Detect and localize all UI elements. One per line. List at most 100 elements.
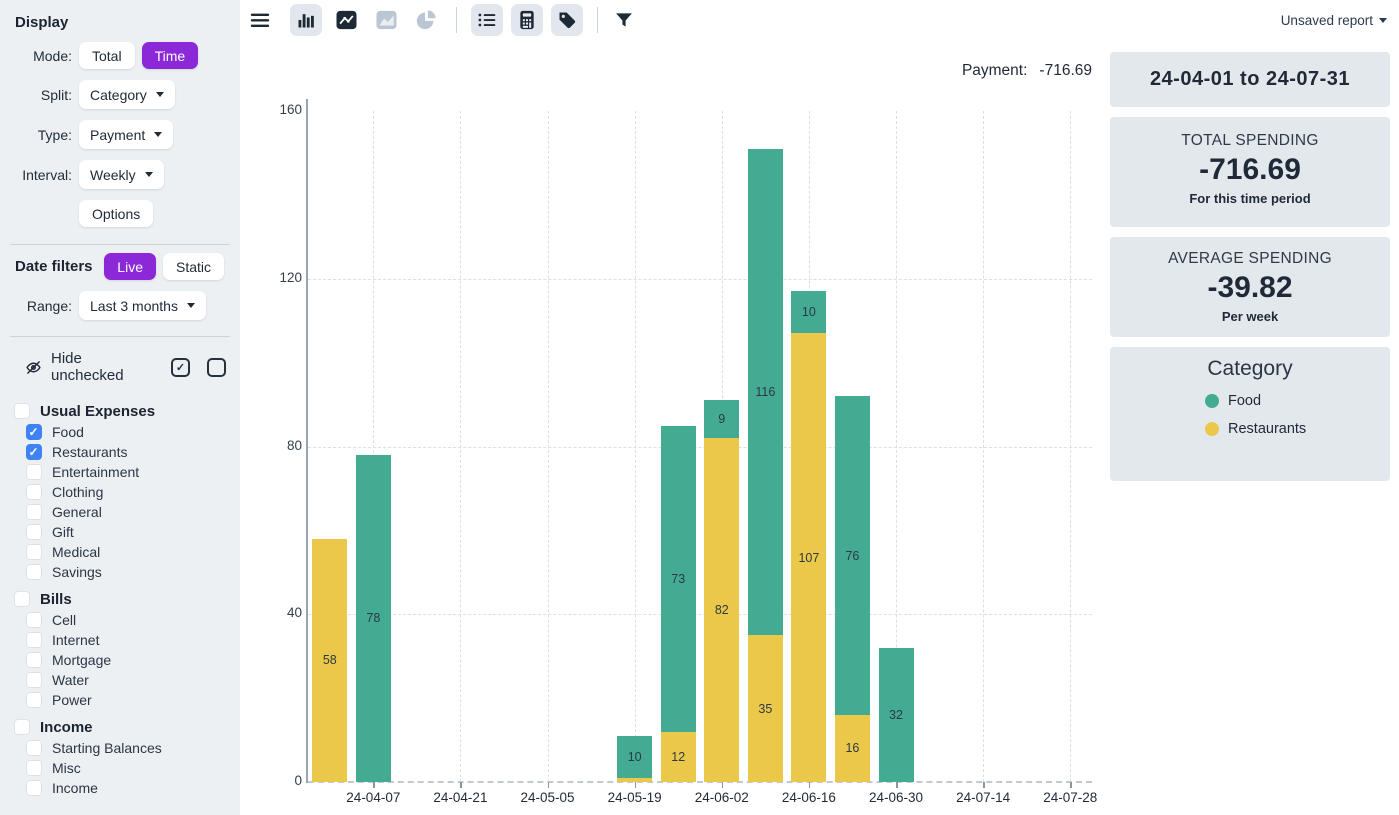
chart-bar-24-06-16[interactable]: 10107 [791,291,826,782]
checkbox-general[interactable] [26,504,42,520]
bar-segment-restaurants[interactable]: 35 [748,635,783,782]
menu-button[interactable] [246,4,274,36]
checkbox-medical[interactable] [26,544,42,560]
split-dropdown[interactable]: Category [79,80,175,109]
chart-bar-24-06-02[interactable]: 982 [704,400,739,782]
checkbox-bills[interactable] [14,591,30,607]
chart-bar-24-06-09[interactable]: 11635 [748,149,783,782]
category-item-label: General [52,504,102,520]
checkbox-starting-balances[interactable] [26,740,42,756]
checkbox-income[interactable] [14,719,30,735]
checkbox-water[interactable] [26,672,42,688]
options-button[interactable]: Options [79,200,153,227]
category-item-row-water[interactable]: Water [0,670,240,690]
bar-chart-button[interactable] [290,4,322,36]
checkbox-clothing[interactable] [26,484,42,500]
checkbox-savings[interactable] [26,564,42,580]
category-item-row-clothing[interactable]: Clothing [0,482,240,502]
category-item-row-income[interactable]: Income [0,778,240,798]
checkbox-income[interactable] [26,780,42,796]
category-item-row-general[interactable]: General [0,502,240,522]
interval-label: Interval: [0,167,72,183]
mode-total-button[interactable]: Total [79,42,135,69]
x-axis-tick [896,782,898,788]
chart-total-header: Payment:-716.69 [962,62,1092,80]
category-item-row-entertainment[interactable]: Entertainment [0,462,240,482]
line-chart-button[interactable] [330,4,362,36]
checkbox-cell[interactable] [26,612,42,628]
check-all-button[interactable]: ✓ [171,358,190,377]
chart-bar-24-05-26[interactable]: 73 12 [661,426,696,782]
bar-segment-food[interactable]: 10 [791,291,826,333]
legend-label: Food [1228,393,1261,409]
bar-segment-food[interactable]: 116 [748,149,783,635]
category-item-row-gift[interactable]: Gift [0,522,240,542]
checkbox-restaurants[interactable] [26,444,42,460]
chart-bar-24-03-31[interactable]: 58 [312,539,347,782]
checkbox-power[interactable] [26,692,42,708]
bar-segment-food[interactable]: 10 [617,736,652,778]
bar-segment-food[interactable]: 32 [879,648,914,782]
uncheck-all-button[interactable] [207,358,226,377]
category-item-row-internet[interactable]: Internet [0,630,240,650]
category-group-row-bills[interactable]: Bills [0,588,240,610]
interval-dropdown[interactable]: Weekly [79,160,164,189]
chart-bar-24-04-07[interactable]: 78 [356,455,391,782]
category-item-row-restaurants[interactable]: Restaurants [0,442,240,462]
filter-icon [614,10,634,30]
category-item-row-starting-balances[interactable]: Starting Balances [0,738,240,758]
category-item-row-medical[interactable]: Medical [0,542,240,562]
bar-segment-restaurants[interactable]: 82 [704,438,739,782]
chart-bar-24-06-30[interactable]: 32 [879,648,914,782]
bar-segment-food[interactable]: 76 [835,396,870,715]
bar-segment-restaurants[interactable]: 16 [835,715,870,782]
bar-segment-food[interactable]: 78 [356,455,391,782]
hide-unchecked-row[interactable]: Hide unchecked ✓ [25,350,226,384]
chart-plot: 24-04-0724-04-2124-05-0524-05-1924-06-02… [308,111,1092,782]
category-item-row-misc[interactable]: Misc [0,758,240,778]
x-axis-tick-label: 24-06-02 [677,790,767,805]
date-static-button[interactable]: Static [163,253,224,280]
bar-segment-restaurants[interactable]: 58 [312,539,347,782]
type-row: Type: Payment [0,120,240,149]
report-selector[interactable]: Unsaved report [1281,13,1387,28]
category-group-row-usual-expenses[interactable]: Usual Expenses [0,400,240,422]
legend-label: Restaurants [1228,421,1306,437]
category-item-row-savings[interactable]: Savings [0,562,240,582]
category-item-row-power[interactable]: Power [0,690,240,710]
filter-button[interactable] [610,4,638,36]
range-dropdown[interactable]: Last 3 months [79,291,206,320]
category-group-row-income[interactable]: Income [0,716,240,738]
list-button[interactable] [471,4,503,36]
bar-segment-restaurants[interactable]: 107 [791,333,826,782]
bar-segment-restaurants[interactable]: 12 [661,732,696,782]
checkbox-gift[interactable] [26,524,42,540]
bar-value-label: 12 [671,750,685,764]
area-chart-button[interactable] [370,4,402,36]
date-live-button[interactable]: Live [104,253,156,280]
total-spending-subtitle: For this time period [1110,191,1390,206]
checkbox-food[interactable] [26,424,42,440]
checkbox-internet[interactable] [26,632,42,648]
checkbox-mortgage[interactable] [26,652,42,668]
mode-time-button[interactable]: Time [142,42,199,69]
pie-chart-button[interactable] [410,4,442,36]
category-item-row-mortgage[interactable]: Mortgage [0,650,240,670]
chart-bar-24-06-23[interactable]: 7616 [835,396,870,782]
chart-bar-24-05-19[interactable]: 10 [617,736,652,782]
bar-segment-food[interactable]: 9 [704,400,739,438]
checkbox-entertainment[interactable] [26,464,42,480]
x-axis-tick [1070,782,1072,788]
date-range-card: 24-04-01 to 24-07-31 [1110,52,1390,107]
bar-segment-restaurants[interactable] [617,778,652,782]
type-dropdown[interactable]: Payment [79,120,173,149]
range-value: Last 3 months [90,298,178,314]
checkbox-misc[interactable] [26,760,42,776]
bar-segment-food[interactable]: 73 [661,426,696,732]
calculator-button[interactable] [511,4,543,36]
checkbox-usual-expenses[interactable] [14,403,30,419]
category-item-row-cell[interactable]: Cell [0,610,240,630]
category-item-row-food[interactable]: Food [0,422,240,442]
tag-button[interactable] [551,4,583,36]
divider [10,244,230,245]
